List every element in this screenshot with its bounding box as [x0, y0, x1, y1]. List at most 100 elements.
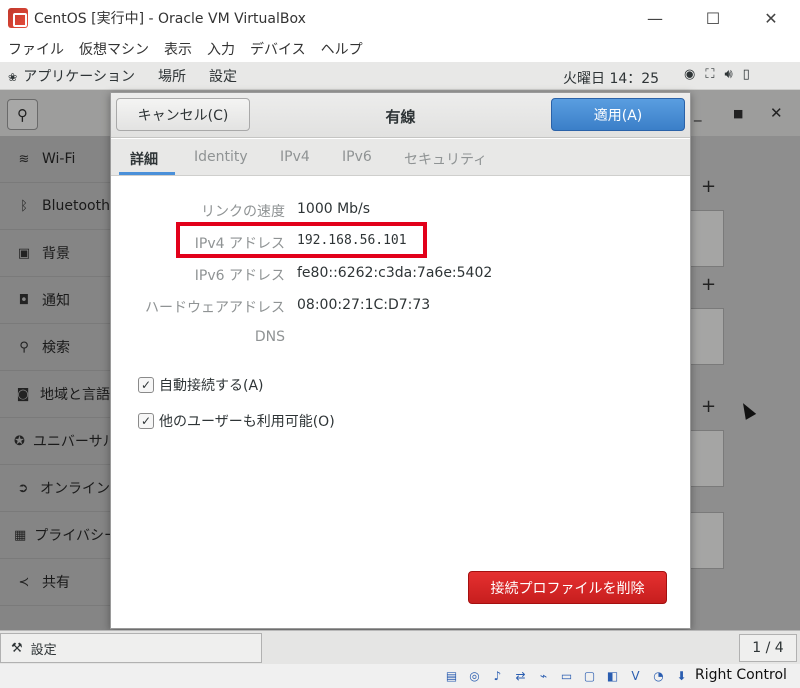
connection-row-bg — [690, 210, 724, 267]
menu-input[interactable]: 入力 — [207, 39, 235, 59]
video-capture-icon[interactable]: ◧ — [603, 667, 622, 685]
ipv6-address-value: fe80::6262:c3da:7a6e:5402 — [297, 265, 493, 281]
connection-row-bg — [690, 430, 724, 487]
volume-icon: 🔊︎ — [724, 67, 733, 82]
dns-label: DNS — [254, 329, 285, 345]
optical-drive-icon[interactable]: ◎ — [465, 667, 484, 685]
hard-disk-icon[interactable]: ▤ — [442, 667, 461, 685]
wired-icon: ⛶ — [705, 67, 715, 82]
notification-icon: ◘ — [18, 292, 30, 308]
sidebar-item-label: ユニバーサル — [32, 434, 110, 450]
window-title: CentOS [実行中] - Oracle VM VirtualBox — [34, 11, 306, 27]
sidebar-item-bluetooth[interactable]: ᛒ Bluetooth — [0, 183, 110, 230]
checkmark-icon: ✓ — [138, 377, 154, 393]
apply-button[interactable]: 適用(A) — [551, 98, 685, 131]
link-speed-label: リンクの速度 — [201, 204, 285, 220]
tab-identity[interactable]: Identity — [194, 149, 248, 165]
settings-menu[interactable]: 設定 — [209, 66, 237, 86]
menu-machine[interactable]: 仮想マシン — [79, 39, 149, 59]
settings-maximize-button[interactable]: ■ — [733, 107, 743, 120]
add-connection-button[interactable]: + — [701, 176, 716, 197]
menu-help[interactable]: ヘルプ — [321, 39, 363, 59]
tab-details[interactable]: 詳細 — [130, 149, 158, 169]
settings-minimize-button[interactable]: _ — [694, 104, 702, 122]
all-users-label: 他のユーザーも利用可能(O) — [159, 414, 335, 430]
system-tray[interactable]: ◉ ⛶ 🔊︎ ▯ — [684, 67, 750, 82]
maximize-button[interactable]: ☐ — [684, 0, 742, 36]
ipv4-highlight-box — [176, 222, 427, 258]
menu-devices[interactable]: デバイス — [250, 39, 306, 59]
close-window-button[interactable]: ✕ — [742, 0, 800, 36]
display-icon[interactable]: ▢ — [580, 667, 599, 685]
virtualbox-statusbar: ▤ ◎ ♪ ⇄ ⌁ ▭ ▢ ◧ V ◔ ⬇ Right Control — [0, 664, 800, 688]
sidebar-item-background[interactable]: ▣ 背景 — [0, 230, 110, 277]
privacy-icon: ▦ — [14, 527, 27, 543]
sidebar-item-notifications[interactable]: ◘ 通知 — [0, 277, 110, 324]
hardware-address-value: 08:00:27:1C:D7:73 — [297, 297, 431, 313]
sidebar-item-privacy[interactable]: ▦ プライバシー — [0, 512, 110, 559]
applications-menu[interactable]: ❀ アプリケーション — [8, 66, 135, 86]
sidebar-item-sharing[interactable]: ≺ 共有 — [0, 559, 110, 606]
link-speed-value: 1000 Mb/s — [297, 201, 371, 217]
gnome-foot-icon: ❀ — [8, 70, 18, 84]
dialog-header: キャンセル(C) 有線 適用(A) — [111, 93, 690, 138]
sidebar-item-label: Bluetooth — [42, 198, 110, 214]
network-icon: ◉ — [684, 67, 696, 82]
search-button[interactable]: ⚲ — [7, 99, 38, 130]
host-key-arrow-icon[interactable]: ⬇ — [672, 667, 691, 685]
search-icon: ⚲ — [19, 339, 29, 355]
sidebar-item-universal-access[interactable]: ✪ ユニバーサル — [0, 418, 110, 465]
add-vpn-button[interactable]: + — [701, 274, 716, 295]
gnome-window-list: ⚒ 設定 1 / 4 — [0, 630, 800, 664]
settings-close-button[interactable]: ✕ — [770, 104, 783, 122]
host-key-label: Right Control — [695, 667, 787, 683]
dialog-tabs: 詳細 Identity IPv4 IPv6 セキュリティ — [111, 139, 690, 176]
wifi-icon: ≋ — [18, 151, 30, 167]
tab-ipv4[interactable]: IPv4 — [280, 149, 310, 165]
virtualbox-menubar: ファイル 仮想マシン 表示 入力 デバイス ヘルプ — [0, 36, 800, 62]
sidebar-item-label: 地域と言語 — [40, 387, 110, 403]
add-proxy-button[interactable]: + — [701, 396, 716, 417]
taskbar-settings-button[interactable]: ⚒ 設定 — [0, 633, 262, 663]
gnome-topbar: ❀ アプリケーション 場所 設定 火曜日 14：25 ◉ ⛶ 🔊︎ ▯ — [0, 62, 800, 90]
search-icon: ⚲ — [17, 105, 28, 124]
tab-security[interactable]: セキュリティ — [404, 149, 487, 169]
shared-folders-icon[interactable]: ▭ — [557, 667, 576, 685]
audio-icon[interactable]: ♪ — [488, 667, 507, 685]
workspace-pager[interactable]: 1 / 4 — [739, 634, 797, 662]
applications-label: アプリケーション — [23, 68, 135, 85]
bluetooth-icon: ᛒ — [20, 198, 28, 214]
window-titlebar: CentOS [実行中] - Oracle VM VirtualBox — ☐ … — [0, 0, 800, 36]
clock[interactable]: 火曜日 14：25 — [563, 68, 659, 88]
network-adapter-icon[interactable]: ⇄ — [511, 667, 530, 685]
tab-ipv6[interactable]: IPv6 — [342, 149, 372, 165]
sidebar-item-label: 通知 — [42, 293, 70, 309]
settings-tools-icon: ⚒ — [11, 640, 23, 656]
ipv6-address-label: IPv6 アドレス — [194, 268, 285, 284]
all-users-checkbox[interactable]: ✓ 他のユーザーも利用可能(O) — [138, 411, 335, 431]
auto-connect-checkbox[interactable]: ✓ 自動接続する(A) — [138, 375, 264, 395]
places-menu[interactable]: 場所 — [158, 66, 186, 86]
accessibility-icon: ✪ — [14, 433, 25, 449]
menu-file[interactable]: ファイル — [8, 39, 64, 59]
auto-connect-label: 自動接続する(A) — [159, 378, 264, 394]
virtualbox-app-icon — [8, 8, 28, 28]
sidebar-item-region[interactable]: ◙ 地域と言語 — [0, 371, 110, 418]
delete-profile-button[interactable]: 接続プロファイルを削除 — [468, 571, 667, 604]
sidebar-item-search[interactable]: ⚲ 検索 — [0, 324, 110, 371]
sidebar-item-label: 検索 — [42, 340, 70, 356]
sidebar-item-online-accounts[interactable]: ➲ オンライン — [0, 465, 110, 512]
sidebar-item-label: オンライン — [40, 481, 110, 497]
usb-icon[interactable]: ⌁ — [534, 667, 553, 685]
checkmark-icon: ✓ — [138, 413, 154, 429]
mouse-integration-icon[interactable]: ◔ — [649, 667, 668, 685]
sidebar-item-wifi[interactable]: ≋ Wi-Fi — [0, 136, 110, 183]
online-accounts-icon: ➲ — [17, 480, 29, 496]
vt-x-icon[interactable]: V — [626, 667, 645, 685]
connection-row-bg — [690, 512, 724, 569]
wired-connection-dialog: キャンセル(C) 有線 適用(A) 詳細 Identity IPv4 IPv6 … — [110, 92, 691, 629]
menu-view[interactable]: 表示 — [164, 39, 192, 59]
minimize-button[interactable]: — — [626, 0, 684, 36]
background-icon: ▣ — [17, 245, 31, 261]
share-icon: ≺ — [18, 574, 30, 590]
